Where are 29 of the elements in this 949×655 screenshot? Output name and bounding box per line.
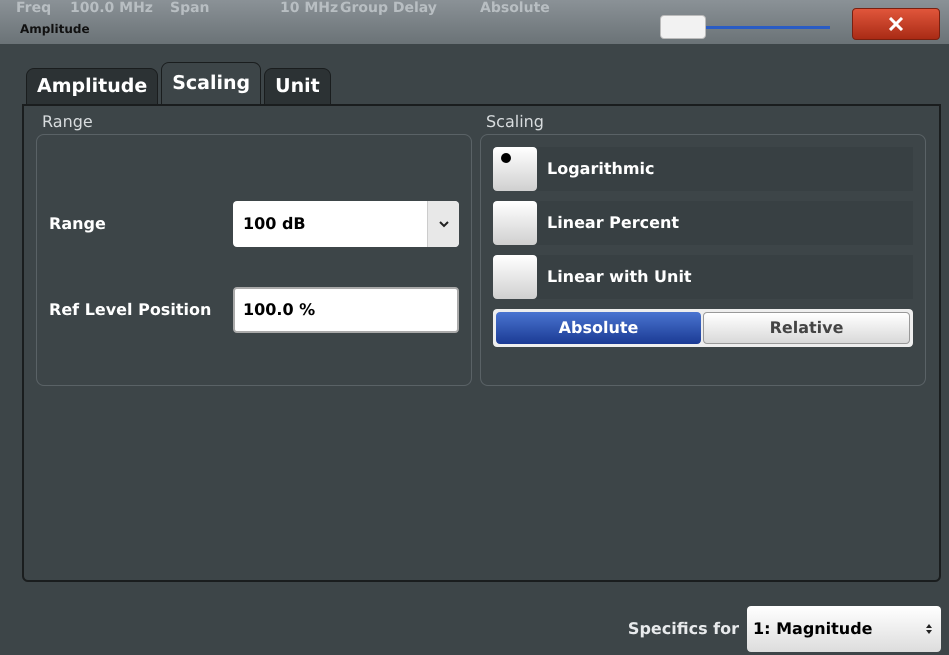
ref-level-label: Ref Level Position xyxy=(49,299,212,321)
radio-option[interactable]: Linear with Unit xyxy=(493,255,913,299)
radio-option[interactable]: Linear Percent xyxy=(493,201,913,245)
close-button[interactable] xyxy=(852,8,940,40)
radio-button[interactable] xyxy=(493,255,537,299)
window-title: Amplitude xyxy=(20,21,90,38)
toggle-button[interactable]: Absolute xyxy=(496,312,701,344)
radio-button[interactable] xyxy=(493,201,537,245)
group-title: Range xyxy=(42,111,94,133)
specifics-dropdown[interactable]: 1: Magnitude xyxy=(747,606,941,652)
slider-thumb[interactable] xyxy=(660,15,706,39)
background-text: Span xyxy=(170,0,211,16)
background-text: Freq xyxy=(16,0,52,16)
range-label: Range xyxy=(49,213,107,235)
radio-option[interactable]: Logarithmic xyxy=(493,147,913,191)
tab[interactable]: Scaling xyxy=(161,62,262,104)
slider[interactable] xyxy=(660,14,830,40)
chevron-down-icon xyxy=(438,220,448,228)
up-down-icon xyxy=(925,623,933,635)
background-text: Group Delay xyxy=(340,0,438,16)
specifics-label: Specifics for xyxy=(628,618,739,640)
tab[interactable]: Amplitude xyxy=(26,68,158,104)
toggle-button[interactable]: Relative xyxy=(703,312,910,344)
close-icon xyxy=(888,17,904,31)
group-title: Scaling xyxy=(486,111,545,133)
ref-level-field[interactable]: 100.0 % xyxy=(233,287,459,333)
tab[interactable]: Unit xyxy=(264,68,331,104)
radio-button[interactable] xyxy=(493,147,537,191)
range-dropdown[interactable]: 100 dB xyxy=(233,201,459,247)
